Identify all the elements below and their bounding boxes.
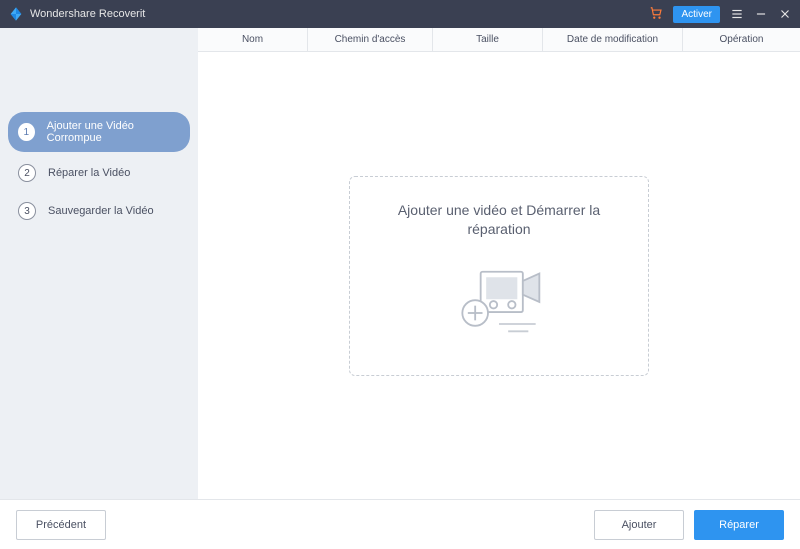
step-label: Ajouter une Vidéo Corrompue	[47, 120, 180, 144]
app-logo-icon	[8, 6, 24, 22]
minimize-icon[interactable]	[754, 7, 768, 21]
sidebar-step-1[interactable]: 1 Ajouter une Vidéo Corrompue	[8, 112, 190, 152]
activate-button[interactable]: Activer	[673, 6, 720, 23]
column-header-size[interactable]: Taille	[433, 28, 543, 51]
sidebar-step-2[interactable]: 2 Réparer la Vidéo	[8, 156, 190, 190]
column-header-name[interactable]: Nom	[198, 28, 308, 51]
menu-icon[interactable]	[730, 7, 744, 21]
column-header-path[interactable]: Chemin d'accès	[308, 28, 433, 51]
table-header: Nom Chemin d'accès Taille Date de modifi…	[198, 28, 800, 52]
add-button[interactable]: Ajouter	[594, 510, 684, 540]
sidebar: 1 Ajouter une Vidéo Corrompue 2 Réparer …	[0, 28, 198, 499]
drop-zone-text: Ajouter une vidéo et Démarrer la réparat…	[350, 201, 648, 240]
repair-button[interactable]: Réparer	[694, 510, 784, 540]
main-area: Nom Chemin d'accès Taille Date de modifi…	[198, 28, 800, 499]
step-number: 3	[18, 202, 36, 220]
close-icon[interactable]	[778, 7, 792, 21]
step-number: 1	[18, 123, 35, 141]
step-label: Sauvegarder la Vidéo	[48, 205, 154, 217]
footer: Précédent Ajouter Réparer	[0, 499, 800, 549]
column-header-operation[interactable]: Opération	[683, 28, 800, 51]
sidebar-step-3[interactable]: 3 Sauvegarder la Vidéo	[8, 194, 190, 228]
content-area: Ajouter une vidéo et Démarrer la réparat…	[198, 52, 800, 499]
titlebar: Wondershare Recoverit Activer	[0, 0, 800, 28]
step-label: Réparer la Vidéo	[48, 167, 130, 179]
app-title: Wondershare Recoverit	[30, 8, 145, 20]
cart-icon[interactable]	[649, 6, 663, 23]
back-button[interactable]: Précédent	[16, 510, 106, 540]
camera-illustration-icon	[444, 258, 554, 338]
column-header-date[interactable]: Date de modification	[543, 28, 683, 51]
step-number: 2	[18, 164, 36, 182]
drop-zone[interactable]: Ajouter une vidéo et Démarrer la réparat…	[349, 176, 649, 376]
